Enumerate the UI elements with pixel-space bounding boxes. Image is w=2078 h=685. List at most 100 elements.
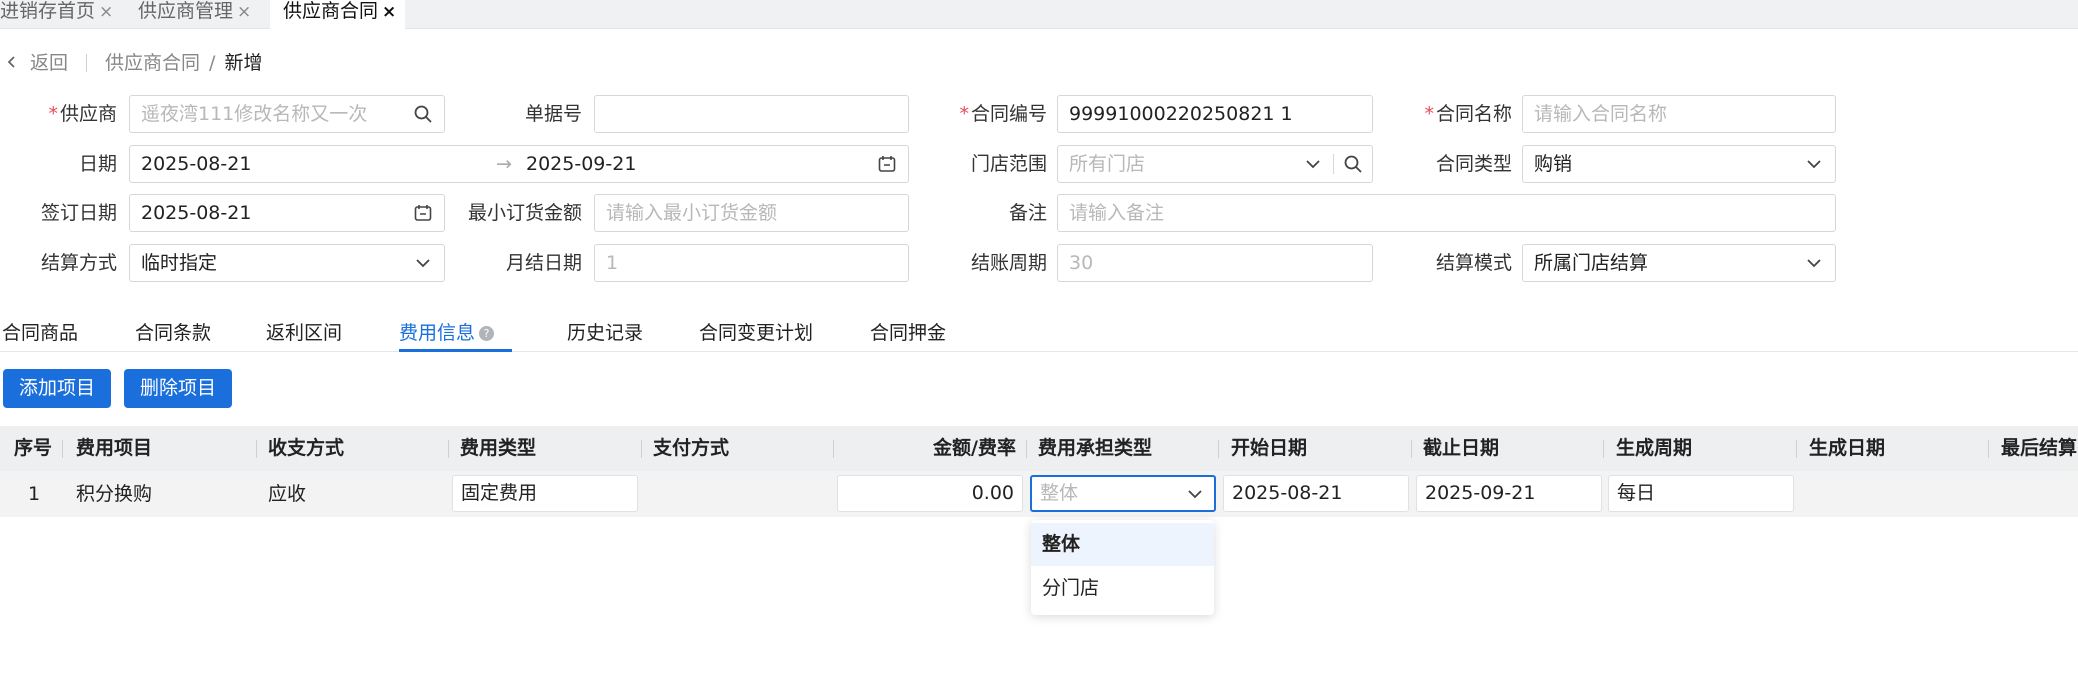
col-header-start-date: 开始日期	[1231, 437, 1308, 459]
chevron-left-icon[interactable]	[6, 49, 20, 77]
chevron-down-icon[interactable]	[1180, 477, 1210, 510]
tab-rebate-range[interactable]: 返利区间	[266, 318, 342, 345]
col-divider	[256, 440, 257, 458]
settle-method-value: 临时指定	[141, 252, 218, 274]
settle-cycle-field[interactable]: 30	[1057, 244, 1373, 282]
monthly-date-label: 月结日期	[505, 252, 582, 274]
date-label: 日期	[78, 153, 117, 175]
col-header-fee-type: 费用类型	[460, 437, 537, 459]
tab-deposit[interactable]: 合同押金	[870, 318, 946, 345]
chevron-down-icon[interactable]	[1799, 245, 1829, 281]
calendar-icon[interactable]	[872, 146, 902, 182]
date-start: 2025-08-21	[141, 153, 252, 175]
col-header-pay-method: 支付方式	[653, 437, 730, 459]
bearing-type-select[interactable]: 整体	[1030, 475, 1216, 512]
col-divider	[1218, 440, 1219, 458]
add-item-button[interactable]: 添加项目	[3, 369, 112, 408]
col-header-index: 序号	[14, 437, 53, 459]
section-tabs: 合同商品 合同条款 返利区间 费用信息? 历史记录 合同变更计划 合同押金	[0, 312, 2078, 352]
col-header-cycle: 生成周期	[1616, 437, 1693, 459]
page-tab-home[interactable]: 进销存首页 ×	[0, 0, 116, 29]
date-arrow: →	[496, 153, 512, 175]
calendar-icon[interactable]	[408, 195, 438, 231]
date-end: 2025-09-21	[526, 153, 637, 175]
bearing-type-dropdown: 整体 分门店	[1031, 520, 1214, 615]
contract-type-select[interactable]: 购销	[1522, 145, 1836, 183]
page-tab-supplier-mgmt[interactable]: 供应商管理 ×	[122, 0, 270, 29]
contract-type-value: 购销	[1534, 153, 1573, 175]
supplier-field[interactable]: 遥夜湾111修改名称又一次	[129, 95, 445, 133]
contract-type-label: 合同类型	[1435, 153, 1512, 175]
back-link[interactable]: 返回	[30, 49, 68, 77]
help-icon[interactable]: ?	[479, 326, 495, 341]
tab-history[interactable]: 历史记录	[567, 318, 643, 345]
search-icon[interactable]	[408, 96, 438, 132]
row-fee-item: 积分换购	[76, 483, 153, 505]
tab-contract-terms[interactable]: 合同条款	[135, 318, 211, 345]
page-tab-label: 供应商管理	[138, 0, 234, 22]
active-tab-indicator	[399, 349, 512, 352]
row-direction: 应收	[268, 483, 307, 505]
settle-mode-value: 所属门店结算	[1534, 252, 1649, 274]
close-icon[interactable]: ×	[382, 2, 396, 22]
doc-no-field[interactable]	[594, 95, 909, 133]
contract-no-field[interactable]: 99991000220250821 1	[1057, 95, 1373, 133]
col-divider	[1988, 440, 1989, 458]
breadcrumb-current: 新增	[224, 51, 263, 74]
col-header-end-date: 截止日期	[1423, 437, 1500, 459]
remark-field[interactable]: 请输入备注	[1057, 194, 1836, 232]
date-range-field[interactable]: 2025-08-21 → 2025-09-21	[129, 145, 909, 183]
contract-name-label: * 合同名称	[1424, 103, 1512, 125]
search-icon[interactable]	[1338, 146, 1368, 182]
chevron-down-icon[interactable]	[1298, 146, 1328, 182]
col-header-gen-date: 生成日期	[1809, 437, 1886, 459]
remark-label: 备注	[1008, 202, 1047, 224]
page-tab-supplier-contract[interactable]: 供应商合同 ×	[270, 0, 405, 29]
monthly-date-field[interactable]: 1	[594, 244, 909, 282]
breadcrumb-parent[interactable]: 供应商合同	[105, 49, 200, 77]
fee-type-input[interactable]: 固定费用	[452, 475, 638, 512]
close-icon[interactable]: ×	[237, 2, 251, 22]
cycle-input[interactable]: 每日	[1608, 475, 1794, 512]
settle-method-select[interactable]: 临时指定	[129, 244, 445, 282]
min-order-label: 最小订货金额	[467, 202, 582, 224]
table-row: 1 积分换购 应收 固定费用 0.00 整体 2025-08-21 2025-0…	[0, 471, 2078, 517]
store-scope-label: 门店范围	[970, 153, 1047, 175]
col-divider	[833, 440, 834, 458]
col-divider	[1796, 440, 1797, 458]
col-divider	[448, 440, 449, 458]
table-header: 序号 费用项目 收支方式 费用类型 支付方式 金额/费率 费用承担类型 开始日期…	[0, 426, 2078, 471]
delete-item-button[interactable]: 删除项目	[124, 369, 233, 408]
dropdown-option-whole[interactable]: 整体	[1031, 523, 1214, 566]
tab-change-plan[interactable]: 合同变更计划	[699, 318, 813, 345]
settle-mode-label: 结算模式	[1435, 252, 1512, 274]
col-divider	[1603, 440, 1604, 458]
settle-method-label: 结算方式	[40, 252, 117, 274]
sign-date-field[interactable]: 2025-08-21	[129, 194, 445, 232]
col-header-direction: 收支方式	[268, 437, 345, 459]
min-order-field[interactable]: 请输入最小订货金额	[594, 194, 909, 232]
end-date-input[interactable]: 2025-09-21	[1416, 475, 1602, 512]
start-date-input[interactable]: 2025-08-21	[1223, 475, 1409, 512]
tab-contract-goods[interactable]: 合同商品	[2, 318, 78, 345]
col-divider	[641, 440, 642, 458]
close-icon[interactable]: ×	[99, 2, 113, 22]
col-divider	[1411, 440, 1412, 458]
contract-no-label: * 合同编号	[959, 103, 1047, 125]
store-scope-select[interactable]: 所有门店	[1057, 145, 1373, 183]
dropdown-option-per-store[interactable]: 分门店	[1031, 567, 1214, 610]
supplier-label: * 供应商	[48, 103, 117, 125]
contract-name-field[interactable]: 请输入合同名称	[1522, 95, 1836, 133]
chevron-down-icon[interactable]	[408, 245, 438, 281]
row-index: 1	[28, 483, 41, 505]
col-header-bearing-type: 费用承担类型	[1038, 437, 1153, 459]
tab-fee-info[interactable]: 费用信息?	[399, 318, 495, 345]
tab-fee-info-label: 费用信息	[399, 322, 476, 344]
col-header-amount: 金额/费率	[933, 437, 1016, 459]
supplier-placeholder: 遥夜湾111修改名称又一次	[141, 103, 368, 125]
settle-mode-select[interactable]: 所属门店结算	[1522, 244, 1836, 282]
col-header-fee-item: 费用项目	[76, 437, 153, 459]
amount-input[interactable]: 0.00	[837, 475, 1023, 512]
settle-cycle-label: 结账周期	[970, 252, 1047, 274]
chevron-down-icon[interactable]	[1799, 146, 1829, 182]
